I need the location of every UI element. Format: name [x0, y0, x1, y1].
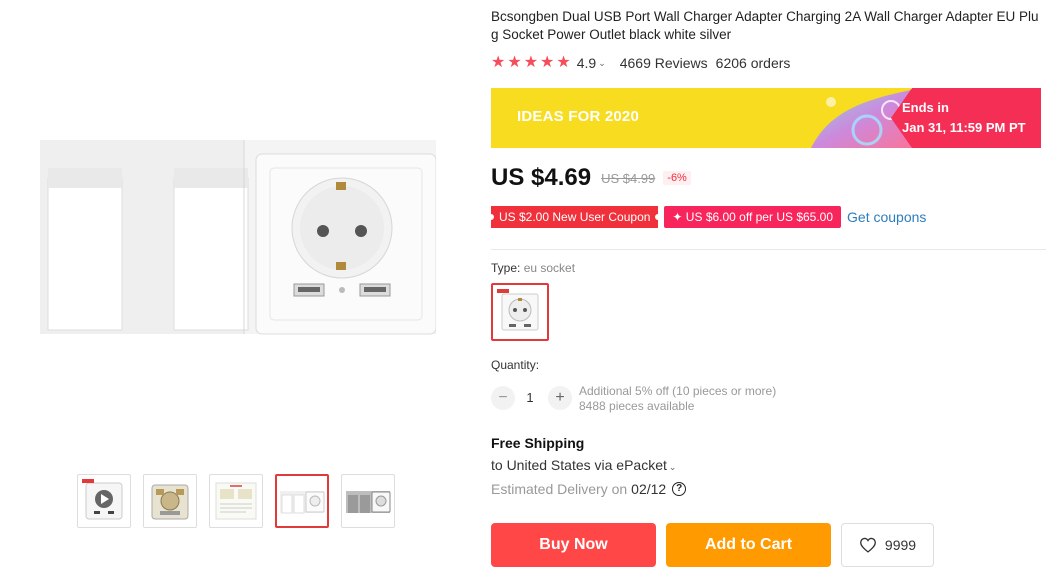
quantity-increase-button[interactable]: + — [548, 386, 572, 410]
sku-type-label: Type: eu socket — [491, 261, 575, 275]
star-icon: ★ — [556, 54, 571, 71]
star-icon: ★ — [507, 54, 522, 71]
main-product-image[interactable] — [40, 138, 437, 336]
get-coupons-link[interactable]: Get coupons — [847, 209, 926, 225]
rating-value[interactable]: 4.9 — [577, 55, 596, 71]
reviews-count[interactable]: 4669 Reviews — [620, 55, 708, 71]
sku-type-value: eu socket — [523, 261, 576, 275]
shipping-method-selector[interactable]: to United States via ePacket ⌄ — [491, 457, 676, 473]
estimated-delivery: Estimated Delivery on 02/12 ? — [491, 481, 687, 497]
delivery-label: Estimated Delivery on — [491, 481, 628, 497]
quantity-decrease-button[interactable]: − — [491, 386, 515, 410]
coupon-row: US $2.00 New User Coupon ✦ US $6.00 off … — [487, 206, 926, 228]
star-icon: ★ — [523, 54, 539, 71]
wishlist-count: 9999 — [884, 537, 917, 553]
promo-ends-label: Ends in — [902, 100, 949, 115]
sku-type-title: Type: — [491, 261, 524, 275]
quantity-label: Quantity: — [491, 358, 540, 372]
promo-countdown-panel — [891, 88, 1041, 148]
product-title: Bcsongben Dual USB Port Wall Charger Ada… — [491, 9, 1039, 42]
chevron-down-icon[interactable]: ⌄ — [598, 58, 606, 69]
section-divider — [491, 249, 1046, 250]
promo-banner[interactable]: IDEAS FOR 2020 Ends in Jan 31, 11:59 PM … — [491, 88, 1041, 148]
new-user-coupon[interactable]: US $2.00 New User Coupon — [487, 206, 662, 228]
sku-option-eu-socket[interactable] — [491, 283, 549, 341]
promo-ends-date: Jan 31, 11:59 PM PT — [902, 120, 1026, 135]
thumbnail-socket-back[interactable] — [143, 474, 197, 528]
star-icon: ★ — [491, 54, 506, 71]
current-price: US $4.69 — [491, 164, 592, 191]
thumbnail-instructions[interactable] — [209, 474, 263, 528]
store-coupon[interactable]: ✦ US $6.00 off per US $65.00 — [664, 206, 842, 228]
thumbnail-video[interactable] — [77, 474, 131, 528]
discount-badge: -6% — [663, 171, 691, 185]
heart-icon — [859, 537, 876, 553]
quantity-input[interactable]: 1 — [522, 390, 538, 405]
add-to-cart-button[interactable]: Add to Cart — [666, 523, 831, 567]
promo-banner-label: IDEAS FOR 2020 — [517, 108, 640, 125]
bulk-discount-note: Additional 5% off (10 pieces or more) — [579, 384, 777, 398]
original-price: US $4.99 — [601, 170, 656, 186]
orders-count: 6206 orders — [715, 55, 791, 71]
thumbnail-silver-holder[interactable] — [341, 474, 395, 528]
buy-now-button[interactable]: Buy Now — [491, 523, 656, 567]
help-icon[interactable]: ? — [672, 482, 687, 496]
chevron-down-icon: ⌄ — [668, 462, 677, 472]
wishlist-button[interactable]: 9999 — [841, 523, 934, 567]
rating-stars: ★ ★ ★ ★ ★ — [491, 55, 571, 71]
rating-row: ★ ★ ★ ★ ★ 4.9 ⌄ 4669 Reviews 6206 orders — [491, 55, 791, 72]
thumbnail-white-holder[interactable] — [275, 474, 329, 528]
price-row: US $4.69 US $4.99 -6% — [491, 164, 691, 192]
thumbnail-strip — [77, 474, 395, 528]
star-icon: ★ — [540, 54, 555, 71]
delivery-date: 02/12 — [631, 481, 667, 497]
stock-available: 8488 pieces available — [579, 399, 695, 413]
shipping-title: Free Shipping — [491, 435, 585, 451]
shipping-destination: to United States via ePacket — [491, 457, 667, 473]
